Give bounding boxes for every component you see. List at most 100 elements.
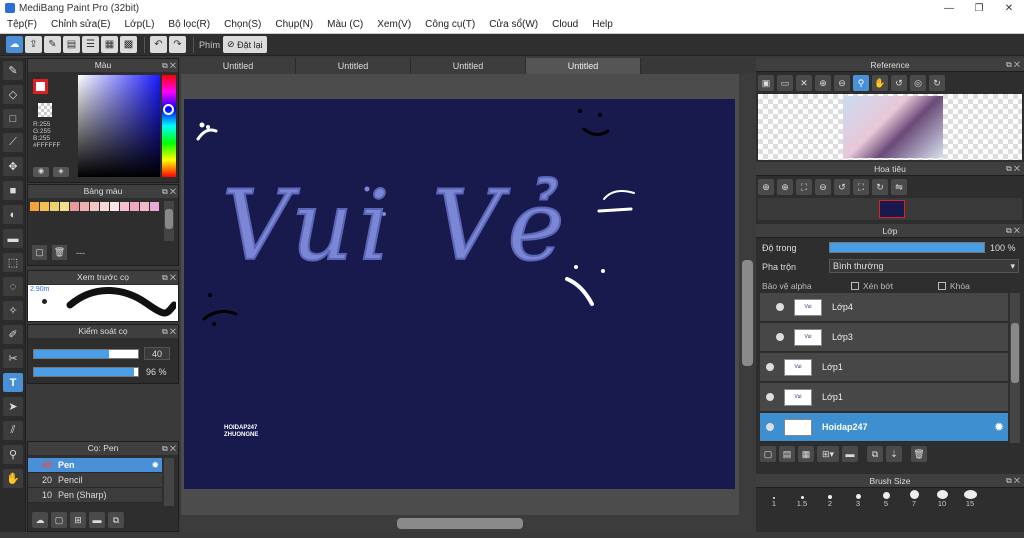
brush-new-icon[interactable]: ▢ xyxy=(51,512,67,528)
clipping-option[interactable]: Xén bớt xyxy=(851,281,893,291)
vertical-scroll-thumb[interactable] xyxy=(742,260,753,366)
panel-controls-icon[interactable]: ⧉ ✕ xyxy=(1006,224,1020,238)
new-halftone-layer-icon[interactable]: ▤ xyxy=(779,446,795,462)
share-icon[interactable]: ⇪ xyxy=(25,36,42,53)
divide-tool-icon[interactable]: ⫽ xyxy=(3,421,23,440)
brush-settings-icon[interactable]: ✹ xyxy=(151,460,159,471)
cloud-icon[interactable]: ☁ xyxy=(6,36,23,53)
layer-row-layer1-a[interactable]: Vui Lớp1 xyxy=(760,353,1008,382)
palette-swatch[interactable] xyxy=(30,202,39,211)
tab-untitled-2[interactable]: Untitled xyxy=(296,58,411,74)
fit-icon[interactable]: ⛶ xyxy=(796,179,812,195)
brush-size-option[interactable]: 10 xyxy=(928,490,956,508)
brush-folder-icon[interactable]: ▬ xyxy=(89,512,105,528)
blend-mode-select[interactable]: Bình thường ▾ xyxy=(829,259,1019,273)
move-tool-icon[interactable]: ✥ xyxy=(3,157,23,176)
layer-row-layer1-b[interactable]: Vui Lớp1 xyxy=(760,383,1008,412)
tab-untitled-1[interactable]: Untitled xyxy=(181,58,296,74)
visibility-eye-icon[interactable] xyxy=(766,393,774,401)
palette-swatch[interactable] xyxy=(100,202,109,211)
panel-controls-icon[interactable]: ⧉ ✕ xyxy=(162,59,176,72)
panel-controls-icon[interactable]: ⧉ ✕ xyxy=(1006,162,1020,176)
brush-item-pencil[interactable]: 20 Pencil xyxy=(28,473,162,488)
delete-layer-icon[interactable]: 🗑 xyxy=(911,446,927,462)
layer-list-scrollbar[interactable] xyxy=(1010,293,1020,443)
brush-list-scrollbar[interactable] xyxy=(164,458,174,506)
palette-swatch[interactable] xyxy=(50,202,59,211)
layer-opacity-slider[interactable] xyxy=(829,242,985,253)
rotate-right-icon[interactable]: ↻ xyxy=(872,179,888,195)
palette-swatch[interactable] xyxy=(140,202,149,211)
visibility-eye-icon[interactable] xyxy=(776,333,784,341)
layer-row-layer3[interactable]: Vui Lớp3 xyxy=(760,323,1008,352)
merge-layer-icon[interactable]: ⇣ xyxy=(886,446,902,462)
visibility-eye-icon[interactable] xyxy=(766,423,774,431)
panel-controls-icon[interactable]: ⧉ ✕ xyxy=(1006,58,1020,72)
new-layer-icon[interactable]: ▢ xyxy=(760,446,776,462)
brush-size-option[interactable]: 3 xyxy=(844,490,872,508)
brush-size-option[interactable]: 7 xyxy=(900,490,928,508)
select-eraser-tool-icon[interactable]: ✂ xyxy=(3,349,23,368)
folder-icon[interactable]: ▬ xyxy=(842,446,858,462)
brush-size-option[interactable]: 2 xyxy=(816,490,844,508)
protect-alpha-option[interactable]: Bảo vệ alpha xyxy=(762,281,812,291)
list-icon[interactable]: ☰ xyxy=(82,36,99,53)
palette-swatch[interactable] xyxy=(120,202,129,211)
eyedropper-icon[interactable]: ⚲ xyxy=(853,75,869,91)
palette-swatch[interactable] xyxy=(60,202,69,211)
brush-tool-icon[interactable]: ✎ xyxy=(3,61,23,80)
layer-row-hoidap247[interactable]: Hoidap247 ✹ xyxy=(760,413,1008,442)
brush-add-icon[interactable]: ⊞ xyxy=(70,512,86,528)
saturation-value-picker[interactable] xyxy=(78,75,160,177)
brush-item-pen-sharp[interactable]: 10 Pen (Sharp) xyxy=(28,488,162,503)
rotate-left-icon[interactable]: ↺ xyxy=(834,179,850,195)
add-layer-menu-icon[interactable]: ⊞▾ xyxy=(817,446,839,462)
color-mode-button-2[interactable]: ◈ xyxy=(53,167,69,177)
menu-help[interactable]: Help xyxy=(585,19,620,30)
visibility-eye-icon[interactable] xyxy=(776,303,784,311)
drawing-canvas[interactable]: Vui Vẻ HOIDAP247 ZHUONGNE xyxy=(184,99,735,489)
flip-icon[interactable]: ⇋ xyxy=(891,179,907,195)
undo-icon[interactable]: ↶ xyxy=(150,36,167,53)
panel-controls-icon[interactable]: ⧉ ✕ xyxy=(162,325,176,338)
vertical-scrollbar[interactable] xyxy=(739,74,756,532)
brush-size-value[interactable]: 40 xyxy=(144,347,170,360)
primary-color-swatch[interactable] xyxy=(33,79,48,94)
menu-select[interactable]: Chọn(S) xyxy=(217,19,268,30)
menu-snap[interactable]: Chụp(N) xyxy=(268,19,320,30)
menu-file[interactable]: Tệp(F) xyxy=(0,19,44,30)
brush-size-option[interactable]: 5 xyxy=(872,490,900,508)
select-rect-tool-icon[interactable]: ⬚ xyxy=(3,253,23,272)
redo-icon[interactable]: ↷ xyxy=(169,36,186,53)
hand-icon[interactable]: ✋ xyxy=(872,75,888,91)
gradient-tool-icon[interactable]: ▬ xyxy=(3,229,23,248)
brush-size-slider[interactable] xyxy=(33,349,139,359)
tab-untitled-4[interactable]: Untitled xyxy=(526,58,641,74)
menu-filter[interactable]: Bộ lọc(R) xyxy=(161,19,217,30)
brush-size-option[interactable]: 1 xyxy=(760,490,788,508)
palette-swatch[interactable] xyxy=(80,202,89,211)
close-button[interactable]: ✕ xyxy=(994,0,1024,16)
zoom-in-icon[interactable]: ⊕ xyxy=(777,179,793,195)
palette-swatch[interactable] xyxy=(110,202,119,211)
palette-swatch[interactable] xyxy=(40,202,49,211)
menu-color[interactable]: Màu (C) xyxy=(320,19,370,30)
open-image-icon[interactable]: ▣ xyxy=(758,75,774,91)
menu-window[interactable]: Cửa sổ(W) xyxy=(482,19,545,30)
brush-item-pen[interactable]: 40 Pen ✹ xyxy=(28,458,162,473)
lasso-tool-icon[interactable]: ◌ xyxy=(3,277,23,296)
fullscreen-icon[interactable]: ⛶ xyxy=(853,179,869,195)
layer-row-layer4[interactable]: Vui Lớp4 xyxy=(760,293,1008,322)
document-icon[interactable]: ▤ xyxy=(63,36,80,53)
hue-slider-handle[interactable] xyxy=(163,104,174,115)
horizontal-scroll-thumb[interactable] xyxy=(397,518,523,529)
operation-tool-icon[interactable]: ➤ xyxy=(3,397,23,416)
hand-tool-icon[interactable]: ✋ xyxy=(3,469,23,488)
brush-size-option[interactable]: 1.5 xyxy=(788,490,816,508)
new-8bit-layer-icon[interactable]: ▦ xyxy=(798,446,814,462)
menu-view[interactable]: Xem(V) xyxy=(370,19,418,30)
menu-edit[interactable]: Chỉnh sửa(E) xyxy=(44,19,118,30)
rotate-right-icon[interactable]: ↻ xyxy=(929,75,945,91)
panel-controls-icon[interactable]: ⧉ ✕ xyxy=(1006,474,1020,488)
rectangle-tool-icon[interactable]: □ xyxy=(3,109,23,128)
